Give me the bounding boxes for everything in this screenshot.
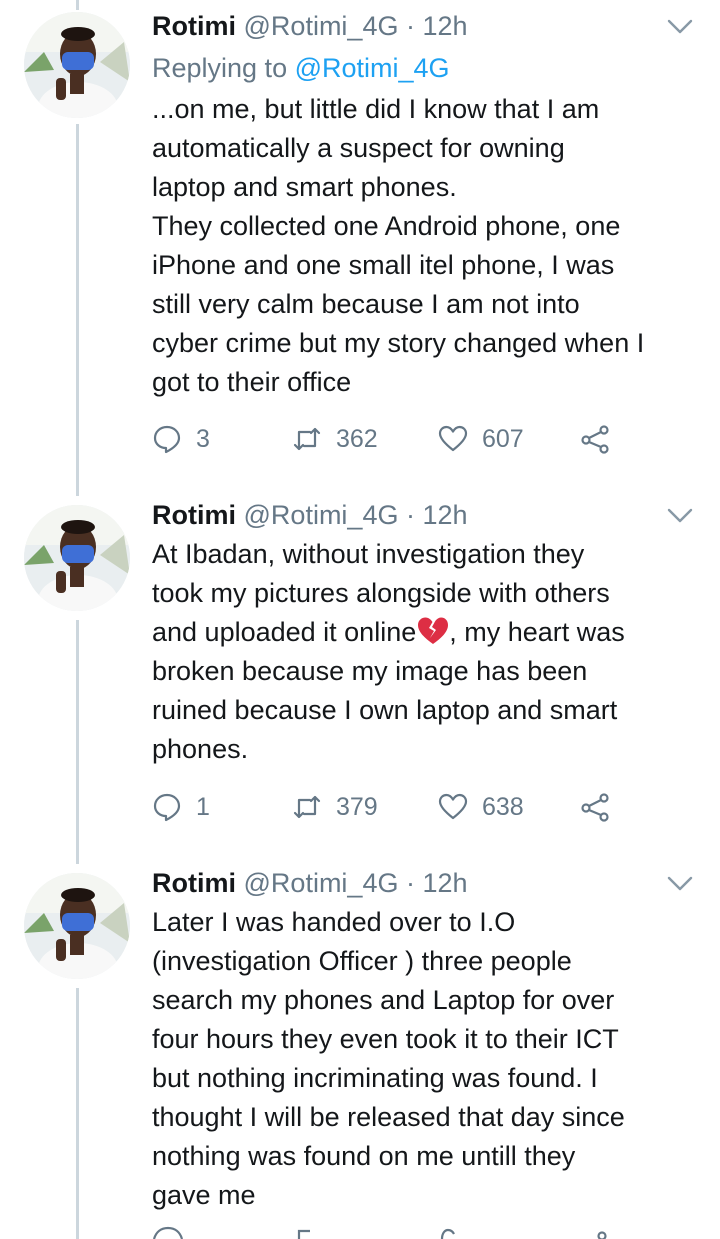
heart-icon — [438, 793, 468, 820]
retweet-icon — [293, 427, 321, 451]
tweet-header: Rotimi @Rotimi_4G · 12h — [152, 497, 468, 533]
separator-dot: · — [405, 11, 415, 41]
tweet-actions: 3 362 607 — [152, 419, 632, 459]
chevron-down-icon[interactable] — [666, 507, 694, 525]
profile-photo — [24, 12, 130, 118]
heart-icon — [438, 425, 468, 452]
like-button[interactable]: 638 — [438, 787, 524, 827]
author-handle[interactable]: @Rotimi_4G — [244, 500, 399, 530]
retweet-icon — [293, 795, 321, 819]
chevron-down-icon[interactable] — [666, 18, 694, 36]
action-icons-cut-off — [152, 1226, 607, 1239]
thread-connector-line — [76, 124, 79, 496]
share-icon — [581, 793, 609, 822]
tweet-text: ...on me, but little did I know that I a… — [152, 94, 645, 397]
like-count: 638 — [482, 792, 524, 821]
reply-icon — [153, 793, 181, 822]
author-handle[interactable]: @Rotimi_4G — [244, 868, 399, 898]
share-button[interactable] — [580, 419, 610, 459]
share-icon — [581, 425, 609, 454]
profile-photo — [24, 505, 130, 611]
replying-to: Replying to @Rotimi_4G — [152, 50, 450, 86]
reply-button[interactable]: 3 — [152, 419, 210, 459]
retweet-button[interactable]: 362 — [292, 419, 378, 459]
replying-prefix: Replying to — [152, 53, 295, 83]
tweet-header: Rotimi @Rotimi_4G · 12h — [152, 8, 468, 44]
author-name[interactable]: Rotimi — [152, 500, 236, 530]
timestamp[interactable]: 12h — [423, 500, 468, 530]
chevron-down-icon[interactable] — [666, 875, 694, 893]
author-name[interactable]: Rotimi — [152, 11, 236, 41]
reply-count: 1 — [196, 792, 210, 821]
like-button[interactable]: 607 — [438, 419, 524, 459]
tweet-text: Later I was handed over to I.O (investig… — [152, 907, 625, 1210]
timestamp[interactable]: 12h — [423, 11, 468, 41]
timestamp[interactable]: 12h — [423, 868, 468, 898]
broken-heart-icon — [418, 617, 449, 644]
tweet-text: At Ibadan, without investigation they to… — [152, 535, 708, 769]
like-count: 607 — [482, 424, 524, 453]
share-button[interactable] — [580, 787, 610, 827]
author-handle[interactable]: @Rotimi_4G — [244, 11, 399, 41]
avatar[interactable] — [24, 12, 130, 118]
thread-connector-line — [76, 0, 79, 10]
reply-icon — [153, 425, 181, 454]
tweet-actions: 1 379 638 — [152, 787, 632, 827]
reply-count: 3 — [196, 424, 210, 453]
retweet-count: 379 — [336, 792, 378, 821]
retweet-count: 362 — [336, 424, 378, 453]
retweet-button[interactable]: 379 — [292, 787, 378, 827]
profile-photo — [24, 873, 130, 979]
tweet-header: Rotimi @Rotimi_4G · 12h — [152, 865, 468, 901]
separator-dot: · — [405, 500, 415, 530]
avatar[interactable] — [24, 505, 130, 611]
separator-dot: · — [405, 868, 415, 898]
replying-mention-link[interactable]: @Rotimi_4G — [295, 53, 450, 83]
avatar[interactable] — [24, 873, 130, 979]
author-name[interactable]: Rotimi — [152, 868, 236, 898]
thread-connector-line — [76, 620, 79, 864]
tweet-actions-peek — [152, 1226, 712, 1239]
thread-connector-line — [76, 988, 79, 1239]
reply-button[interactable]: 1 — [152, 787, 210, 827]
